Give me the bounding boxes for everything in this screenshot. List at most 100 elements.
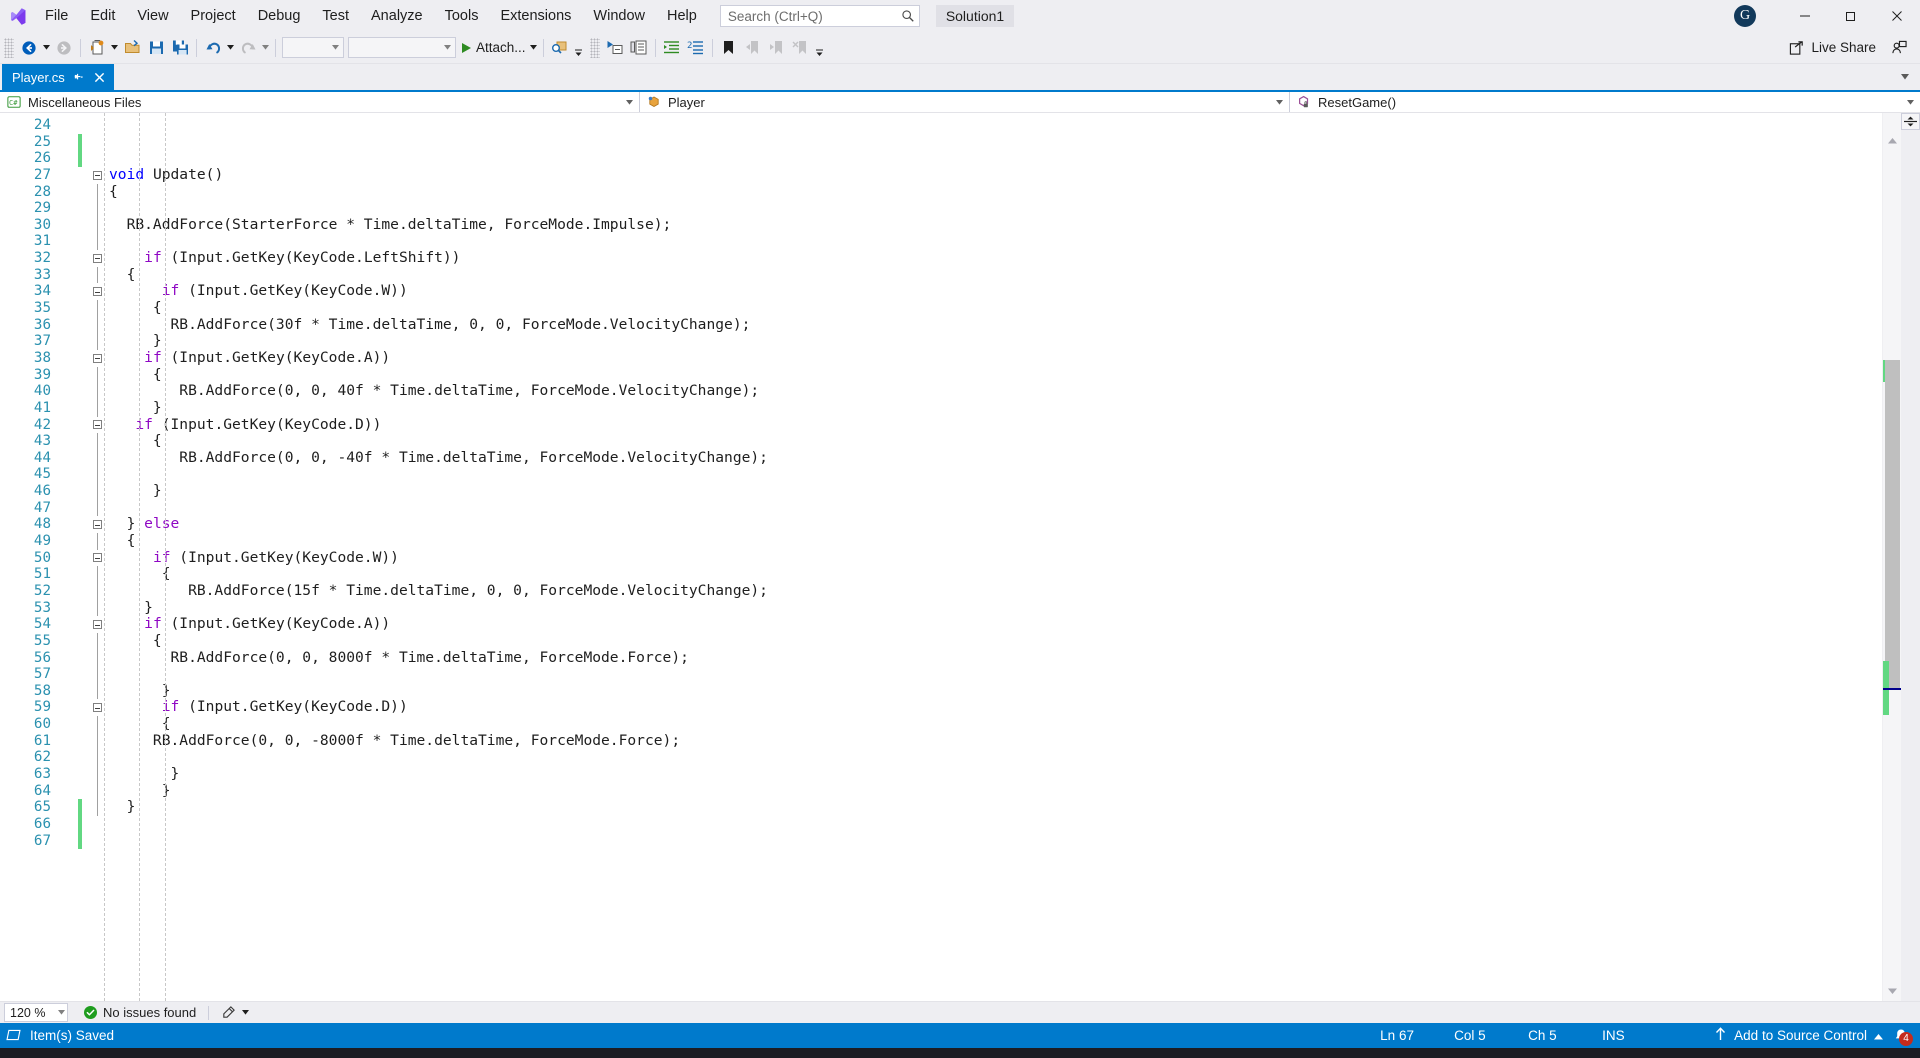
previous-bookmark-icon[interactable]	[741, 36, 765, 60]
code-line[interactable]: 51 {	[0, 566, 1882, 583]
code-line[interactable]: 31	[0, 233, 1882, 251]
close-button[interactable]	[1874, 0, 1920, 32]
code-line[interactable]: 45	[0, 466, 1882, 484]
code-line[interactable]: 62	[0, 749, 1882, 766]
menu-debug[interactable]: Debug	[247, 0, 312, 32]
account-avatar[interactable]: G	[1734, 5, 1756, 27]
bookmark-icon[interactable]	[717, 36, 741, 60]
toolbar-grip[interactable]	[4, 37, 14, 58]
attach-button[interactable]: Attach...	[458, 36, 528, 60]
next-bookmark-icon[interactable]	[765, 36, 789, 60]
fold-toggle-icon[interactable]	[88, 170, 106, 180]
fold-toggle-icon[interactable]	[88, 353, 106, 363]
code-line[interactable]: 47	[0, 499, 1882, 517]
code-line[interactable]: 43 {	[0, 433, 1882, 450]
menu-help[interactable]: Help	[656, 0, 708, 32]
find-overflow-icon[interactable]	[572, 36, 586, 60]
step-over-icon[interactable]	[627, 36, 651, 60]
scroll-down-arrow-icon[interactable]	[1883, 983, 1901, 999]
menu-analyze[interactable]: Analyze	[360, 0, 434, 32]
undo-icon[interactable]	[201, 36, 225, 60]
code-line[interactable]: 57	[0, 666, 1882, 683]
save-all-icon[interactable]	[168, 36, 192, 60]
code-line[interactable]: 56 RB.AddForce(0, 0, 8000f * Time.deltaT…	[0, 649, 1882, 667]
attach-dropdown[interactable]	[528, 36, 539, 60]
code-lines[interactable]: 24 25 26 27 void Update() 28 {29 30 RB.AddForce…	[0, 113, 1882, 1001]
save-icon[interactable]	[144, 36, 168, 60]
navbar-member-select[interactable]: ResetGame()	[1290, 92, 1920, 112]
new-file-icon[interactable]	[85, 36, 109, 60]
live-share-button[interactable]: Live Share	[1779, 36, 1886, 60]
code-line[interactable]: 42 if (Input.GetKey(KeyCode.D))	[0, 416, 1882, 434]
navigate-forward-icon[interactable]	[52, 36, 76, 60]
pin-icon[interactable]	[72, 70, 86, 84]
fold-toggle-icon[interactable]	[88, 520, 106, 530]
find-in-files-icon[interactable]	[548, 36, 572, 60]
search-input[interactable]: Search (Ctrl+Q)	[719, 5, 920, 27]
fold-toggle-icon[interactable]	[88, 420, 106, 430]
navigate-back-dropdown[interactable]	[41, 36, 52, 60]
menu-view[interactable]: View	[126, 0, 179, 32]
menu-test[interactable]: Test	[311, 0, 360, 32]
solution-name-chip[interactable]: Solution1	[935, 5, 1015, 27]
undo-dropdown[interactable]	[225, 36, 236, 60]
redo-dropdown[interactable]	[260, 36, 271, 60]
solution-platform-select[interactable]	[348, 37, 456, 58]
menu-edit[interactable]: Edit	[79, 0, 126, 32]
zoom-level-select[interactable]: 120 %	[4, 1003, 68, 1022]
code-line[interactable]: 38 if (Input.GetKey(KeyCode.A))	[0, 349, 1882, 367]
tab-overflow-icon[interactable]	[1895, 64, 1915, 90]
code-line[interactable]: 36 RB.AddForce(30f * Time.deltaTime, 0, …	[0, 316, 1882, 334]
increase-indent-icon[interactable]	[660, 36, 684, 60]
code-line[interactable]: 48 } else	[0, 516, 1882, 533]
comment-selection-icon[interactable]: 2	[684, 36, 708, 60]
editor-vertical-scrollbar[interactable]	[1882, 113, 1901, 1001]
code-line[interactable]: 28 {	[0, 183, 1882, 201]
chevron-up-icon[interactable]	[1874, 1028, 1883, 1043]
code-line[interactable]: 58 }	[0, 682, 1882, 700]
code-line[interactable]: 33 {	[0, 266, 1882, 284]
code-line[interactable]: 63 }	[0, 765, 1882, 783]
solution-configuration-select[interactable]	[282, 37, 344, 58]
redo-icon[interactable]	[236, 36, 260, 60]
tab-player-cs[interactable]: Player.cs	[2, 64, 114, 90]
code-line[interactable]: 66	[0, 815, 1882, 833]
code-line[interactable]: 25	[0, 133, 1882, 151]
code-line[interactable]: 34 if (Input.GetKey(KeyCode.W))	[0, 283, 1882, 300]
menu-file[interactable]: File	[34, 0, 79, 32]
issues-indicator[interactable]: No issues found	[84, 1005, 196, 1020]
add-to-source-control-button[interactable]: Add to Source Control	[1734, 1028, 1867, 1043]
code-line[interactable]: 59 if (Input.GetKey(KeyCode.D))	[0, 699, 1882, 716]
code-cleanup-button[interactable]	[221, 1005, 250, 1020]
new-file-dropdown[interactable]	[109, 36, 120, 60]
debug-toolbar-grip[interactable]	[589, 37, 600, 58]
code-line[interactable]: 26	[0, 150, 1882, 167]
code-line[interactable]: 65 }	[0, 799, 1882, 816]
maximize-button[interactable]	[1828, 0, 1874, 32]
clear-bookmarks-icon[interactable]	[789, 36, 813, 60]
navbar-type-select[interactable]: Player	[640, 92, 1290, 112]
code-line[interactable]: 39 {	[0, 366, 1882, 384]
send-feedback-icon[interactable]	[1886, 36, 1912, 60]
code-line[interactable]: 24	[0, 117, 1882, 134]
code-line[interactable]: 44 RB.AddForce(0, 0, -40f * Time.deltaTi…	[0, 449, 1882, 467]
toolbar-overflow-icon[interactable]	[813, 36, 827, 60]
code-line[interactable]: 37 }	[0, 333, 1882, 350]
code-line[interactable]: 52 RB.AddForce(15f * Time.deltaTime, 0, …	[0, 582, 1882, 600]
menu-window[interactable]: Window	[582, 0, 656, 32]
fold-toggle-icon[interactable]	[88, 703, 106, 713]
code-line[interactable]: 35 {	[0, 299, 1882, 317]
fold-toggle-icon[interactable]	[88, 620, 106, 630]
code-line[interactable]: 53 }	[0, 599, 1882, 617]
navbar-project-select[interactable]: C# Miscellaneous Files	[0, 92, 640, 112]
code-line[interactable]: 27 void Update()	[0, 166, 1882, 184]
fold-toggle-icon[interactable]	[88, 253, 106, 263]
code-line[interactable]: 60 {	[0, 715, 1882, 733]
code-line[interactable]: 54 if (Input.GetKey(KeyCode.A))	[0, 615, 1882, 633]
minimize-button[interactable]	[1782, 0, 1828, 32]
code-line[interactable]: 41 }	[0, 399, 1882, 417]
code-line[interactable]: 64 }	[0, 782, 1882, 800]
code-line[interactable]: 61 RB.AddForce(0, 0, -8000f * Time.delta…	[0, 732, 1882, 750]
code-line[interactable]: 30 RB.AddForce(StarterForce * Time.delta…	[0, 216, 1882, 234]
code-line[interactable]: 49 {	[0, 532, 1882, 550]
